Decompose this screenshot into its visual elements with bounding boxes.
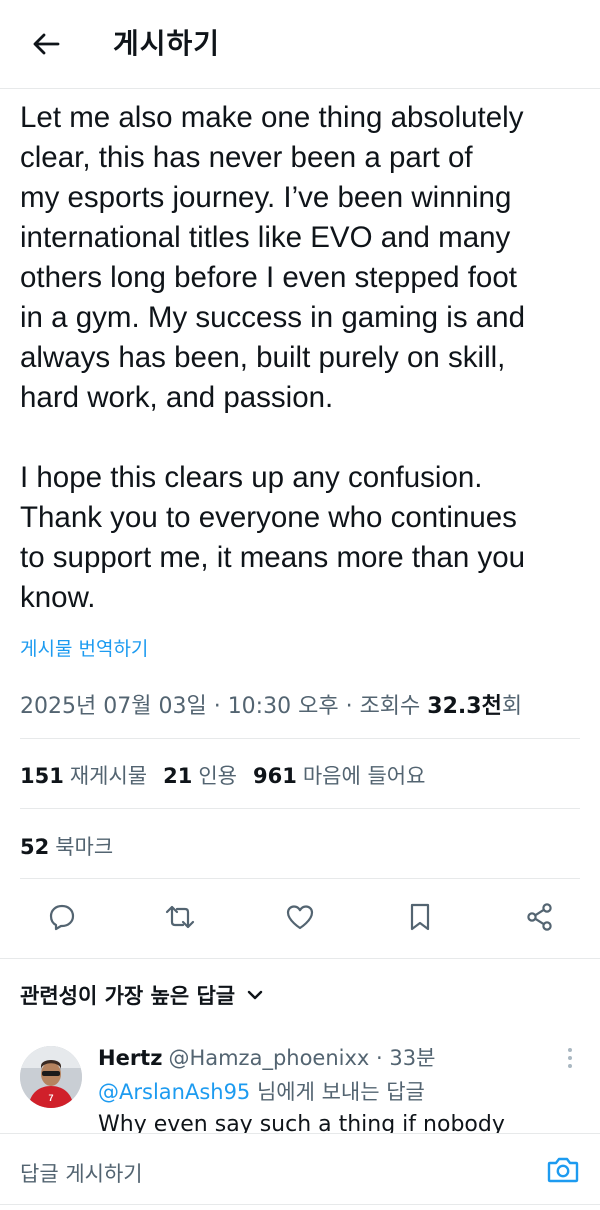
views-label: 조회수 [359, 694, 421, 719]
quotes-stat[interactable]: 21 인용 [163, 760, 237, 790]
reply-input[interactable]: 답글 게시하기 [20, 1158, 143, 1188]
reply-button[interactable] [40, 897, 84, 941]
views-count[interactable]: 32.3천 [427, 694, 502, 719]
avatar[interactable]: 7 [20, 1046, 82, 1108]
likes-stat[interactable]: 961 마음에 들어요 [253, 760, 425, 790]
reply-to-suffix: 님에게 보내는 답글 [250, 1080, 425, 1104]
tweet-meta: 2025년 07월 03일 · 10:30 오후 · 조회수 32.3천회 [20, 688, 522, 720]
retweet-icon [164, 903, 196, 935]
bookmark-button[interactable] [398, 897, 442, 941]
divider [20, 738, 580, 739]
engagement-stats: 151 재게시물 21 인용 961 마음에 들어요 [20, 760, 441, 790]
heart-icon [285, 903, 315, 935]
reply-age: 33분 [389, 1046, 436, 1070]
tweet-text: Let me also make one thing absolutely cl… [20, 101, 526, 614]
bookmark-icon [408, 902, 432, 936]
tweet-time: 10:30 오후 [227, 694, 339, 719]
translate-post-link[interactable]: 게시물 번역하기 [20, 634, 148, 661]
more-options-button[interactable] [558, 1046, 582, 1074]
bookmarks-stat[interactable]: 52 북마크 [20, 831, 113, 861]
divider [20, 808, 580, 809]
camera-button[interactable] [545, 1156, 581, 1188]
tweet-date: 2025년 07월 03일 [20, 694, 207, 719]
reply-item[interactable]: 7 Hertz @Hamza_phoenixx · 33분 @ArslanAsh9… [0, 1040, 600, 1135]
header-divider [0, 88, 600, 89]
page-title: 게시하기 [113, 27, 221, 60]
divider [20, 878, 580, 879]
replies-sort-label: 관련성이 가장 높은 답글 [20, 984, 236, 1008]
share-icon [525, 902, 555, 936]
reply-header: Hertz @Hamza_phoenixx · 33분 [98, 1042, 435, 1072]
retweet-button[interactable] [158, 897, 202, 941]
meta-separator: · [369, 1046, 390, 1070]
like-button[interactable] [278, 897, 322, 941]
reply-composer: 답글 게시하기 [0, 1133, 600, 1210]
arrow-left-icon [32, 32, 60, 60]
reply-icon [48, 903, 76, 935]
top-bar: 게시하기 [0, 0, 600, 90]
share-button[interactable] [518, 897, 562, 941]
action-bar [0, 897, 600, 941]
camera-icon [546, 1155, 580, 1189]
replies-sort-dropdown[interactable]: 관련성이 가장 높은 답글 [20, 980, 263, 1010]
divider [0, 1204, 600, 1205]
reply-text: Why even say such a thing if nobody [98, 1112, 505, 1135]
retweets-stat[interactable]: 151 재게시물 [20, 760, 147, 790]
more-vertical-icon [567, 1047, 573, 1073]
chevron-down-icon [247, 989, 263, 1001]
reply-author-name[interactable]: Hertz [98, 1046, 162, 1070]
back-button[interactable] [26, 26, 66, 66]
meta-separator: · [345, 694, 360, 719]
divider [0, 958, 600, 959]
reply-author-handle[interactable]: @Hamza_phoenixx [168, 1046, 369, 1070]
reply-to-mention[interactable]: @ArslanAsh95 [98, 1080, 250, 1104]
meta-separator: · [213, 694, 228, 719]
views-suffix: 회 [501, 694, 523, 719]
svg-text:7: 7 [48, 1093, 53, 1103]
replying-to: @ArslanAsh95 님에게 보내는 답글 [98, 1076, 425, 1106]
